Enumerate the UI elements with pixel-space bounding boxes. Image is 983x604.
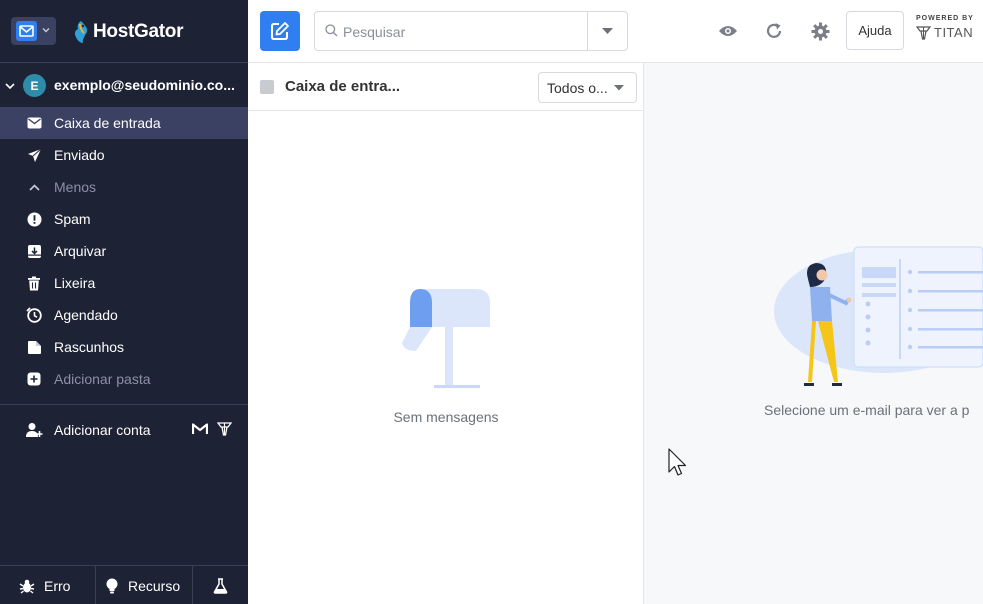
chevron-up-icon [26, 179, 42, 195]
sidebar-item-sent[interactable]: Enviado [0, 139, 248, 171]
empty-mailbox-illustration [402, 289, 490, 388]
sidebar-footer: Erro Recurso [0, 565, 248, 604]
message-list-header: Caixa de entra... Todos o... [248, 63, 643, 111]
powered-by-titan: POWERED BY TITAN [916, 15, 978, 40]
sidebar-item-label: Lixeira [54, 275, 96, 291]
titan-icon[interactable] [217, 422, 232, 436]
filter-select[interactable]: Todos o... [538, 72, 637, 103]
lightbulb-icon [105, 578, 119, 594]
brand-name: HostGator [93, 21, 184, 42]
refresh-button[interactable] [764, 21, 784, 41]
eye-icon [719, 26, 737, 36]
gmail-icon[interactable] [192, 423, 208, 435]
compose-button[interactable] [260, 11, 300, 51]
chevron-down-icon[interactable] [4, 80, 16, 92]
view-toggle-button[interactable] [718, 21, 738, 41]
sidebar-item-less[interactable]: Menos [0, 171, 248, 203]
titan-name: TITAN [934, 25, 974, 40]
bug-icon [19, 578, 35, 594]
caret-down-icon [602, 27, 613, 34]
account-header[interactable]: E exemplo@seudominio.co... [0, 72, 248, 100]
search-options-button[interactable] [587, 12, 627, 50]
reading-placeholder-text: Selecione um e-mail para ver a p [764, 402, 970, 418]
sidebar-divider [0, 404, 248, 405]
search-box[interactable] [314, 11, 628, 51]
labs-button[interactable] [193, 566, 248, 604]
empty-state-text: Sem mensagens [393, 409, 499, 425]
titan-icon [916, 25, 931, 40]
mouse-cursor-icon [668, 448, 687, 476]
search-icon [325, 24, 338, 37]
send-icon [26, 147, 42, 163]
powered-by-label: POWERED BY [916, 15, 974, 22]
sidebar-header: HostGator [0, 0, 248, 63]
sidebar-item-scheduled[interactable]: Agendado [0, 299, 248, 331]
clock-icon [26, 307, 42, 323]
alert-icon [26, 211, 42, 227]
sidebar-item-add-folder[interactable]: Adicionar pasta [0, 363, 248, 395]
brand-logo: HostGator [72, 18, 184, 46]
sidebar-item-label: Agendado [54, 307, 118, 323]
filter-selected-value: Todos o... [547, 80, 608, 96]
sidebar-item-inbox[interactable]: Caixa de entrada [0, 107, 248, 139]
bug-label: Erro [44, 577, 71, 594]
gator-icon [74, 21, 88, 43]
plus-icon [26, 371, 42, 387]
add-user-icon [26, 423, 43, 437]
search-input[interactable] [343, 22, 583, 42]
top-toolbar: Ajuda POWERED BY TITAN [248, 0, 983, 63]
add-account-label: Adicionar conta [54, 422, 151, 438]
caret-down-icon [614, 85, 624, 91]
envelope-icon [26, 115, 42, 131]
account-email: exemplo@seudominio.co... [54, 77, 235, 93]
gear-icon [811, 22, 829, 40]
message-list-pane: Caixa de entra... Todos o... Sem mensage… [248, 63, 644, 604]
compose-icon [271, 22, 289, 40]
archive-icon [26, 243, 42, 259]
sidebar-item-label: Arquivar [54, 243, 107, 259]
sidebar-item-trash[interactable]: Lixeira [0, 267, 248, 299]
add-account-button[interactable]: Adicionar conta [0, 414, 248, 446]
sidebar: HostGator E exemplo@seudominio.co... Cai… [0, 0, 248, 604]
folder-title: Caixa de entra... [285, 78, 401, 95]
chevron-down-icon [42, 28, 50, 33]
mail-app: HostGator E exemplo@seudominio.co... Cai… [0, 0, 983, 604]
titan-logo: TITAN [916, 25, 978, 40]
sidebar-item-label: Menos [54, 179, 97, 195]
sidebar-item-drafts[interactable]: Rascunhos [0, 331, 248, 363]
select-all-checkbox[interactable] [260, 80, 274, 94]
app-switcher-button[interactable] [11, 17, 56, 45]
feature-label: Recurso [128, 577, 181, 594]
feature-request-button[interactable]: Recurso [96, 566, 193, 604]
draft-icon [26, 339, 42, 355]
reading-pane: Selecione um e-mail para ver a p [644, 63, 983, 604]
mail-app-icon [16, 21, 37, 41]
select-email-illustration [774, 246, 983, 386]
trash-icon [26, 275, 42, 291]
sidebar-item-spam[interactable]: Spam [0, 203, 248, 235]
settings-button[interactable] [810, 21, 830, 41]
avatar: E [23, 74, 46, 97]
sidebar-item-label: Spam [54, 211, 91, 227]
refresh-icon [766, 23, 782, 38]
report-bug-button[interactable]: Erro [0, 566, 96, 604]
sidebar-item-label: Adicionar pasta [54, 371, 151, 387]
help-button[interactable]: Ajuda [846, 11, 904, 50]
flask-icon [213, 577, 228, 594]
sidebar-item-label: Enviado [54, 147, 105, 163]
sidebar-item-label: Rascunhos [54, 339, 125, 355]
sidebar-item-archive[interactable]: Arquivar [0, 235, 248, 267]
sidebar-item-label: Caixa de entrada [54, 115, 161, 131]
